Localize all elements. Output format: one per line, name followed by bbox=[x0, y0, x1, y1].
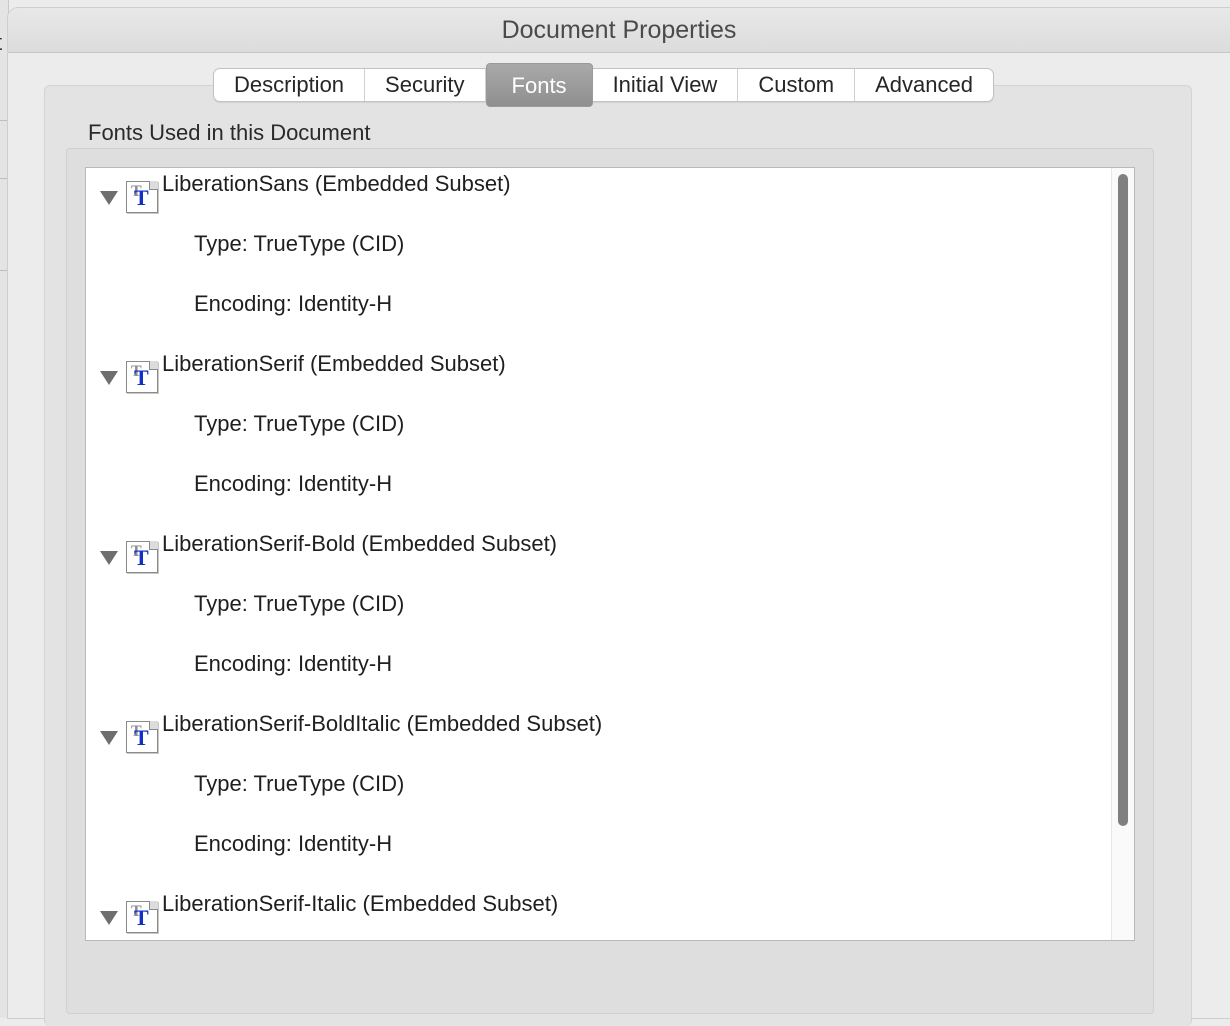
font-type: Type: TrueType (CID) bbox=[194, 411, 405, 436]
disclosure-triangle-icon[interactable] bbox=[100, 911, 118, 925]
font-name[interactable]: LiberationSerif-BoldItalic (Embedded Sub… bbox=[162, 711, 602, 737]
font-type: Type: TrueType (CID) bbox=[194, 231, 405, 256]
tab-initial-view[interactable]: Initial View bbox=[593, 69, 739, 101]
tab-description[interactable]: Description bbox=[214, 69, 366, 101]
tab-advanced[interactable]: Advanced bbox=[855, 69, 993, 101]
scroll-thumb[interactable] bbox=[1118, 174, 1128, 826]
background-divider bbox=[0, 270, 8, 271]
disclosure-triangle-icon[interactable] bbox=[100, 191, 118, 205]
font-encoding: Encoding: Identity-H bbox=[194, 651, 393, 676]
truetype-font-icon: TT bbox=[126, 721, 158, 753]
background-text-fragment: t bbox=[0, 30, 2, 56]
font-name[interactable]: LiberationSans (Embedded Subset) bbox=[162, 171, 511, 197]
fonts-list[interactable]: TT LiberationSans (Embedded Subset) Type… bbox=[85, 167, 1135, 941]
disclosure-triangle-icon[interactable] bbox=[100, 551, 118, 565]
font-encoding: Encoding: Identity-H bbox=[194, 831, 393, 856]
title-bar[interactable]: Document Properties bbox=[8, 8, 1230, 53]
truetype-font-icon: TT bbox=[126, 541, 158, 573]
font-entry: TT LiberationSerif (Embedded Subset) Typ… bbox=[86, 348, 1134, 528]
tab-fonts[interactable]: Fonts bbox=[485, 63, 593, 107]
document-properties-dialog: Document Properties Description Security… bbox=[8, 8, 1230, 1026]
font-entry: TT LiberationSerif-Italic (Embedded Subs… bbox=[86, 888, 1134, 940]
tab-security[interactable]: Security bbox=[365, 69, 486, 101]
vertical-scrollbar[interactable] bbox=[1111, 168, 1134, 940]
font-name[interactable]: LiberationSerif (Embedded Subset) bbox=[162, 351, 506, 377]
font-encoding: Encoding: Identity-H bbox=[194, 291, 393, 316]
window-title: Document Properties bbox=[501, 16, 737, 44]
truetype-font-icon: TT bbox=[126, 181, 158, 213]
font-name[interactable]: LiberationSerif-Bold (Embedded Subset) bbox=[162, 531, 557, 557]
tab-bar: Description Security Fonts Initial View … bbox=[213, 63, 994, 107]
font-encoding: Encoding: Identity-H bbox=[194, 471, 393, 496]
disclosure-triangle-icon[interactable] bbox=[100, 371, 118, 385]
background-divider bbox=[0, 120, 8, 121]
fonts-section-label: Fonts Used in this Document bbox=[88, 120, 371, 145]
truetype-font-icon: TT bbox=[126, 361, 158, 393]
font-type: Type: TrueType (CID) bbox=[194, 591, 405, 616]
font-entry: TT LiberationSerif-Bold (Embedded Subset… bbox=[86, 528, 1134, 708]
font-entry: TT LiberationSerif-BoldItalic (Embedded … bbox=[86, 708, 1134, 888]
font-name[interactable]: LiberationSerif-Italic (Embedded Subset) bbox=[162, 891, 558, 917]
tab-custom[interactable]: Custom bbox=[738, 69, 856, 101]
truetype-font-icon: TT bbox=[126, 901, 158, 933]
background-divider bbox=[0, 178, 8, 179]
font-type: Type: TrueType (CID) bbox=[194, 771, 405, 796]
disclosure-triangle-icon[interactable] bbox=[100, 731, 118, 745]
font-entry: TT LiberationSans (Embedded Subset) Type… bbox=[86, 168, 1134, 348]
